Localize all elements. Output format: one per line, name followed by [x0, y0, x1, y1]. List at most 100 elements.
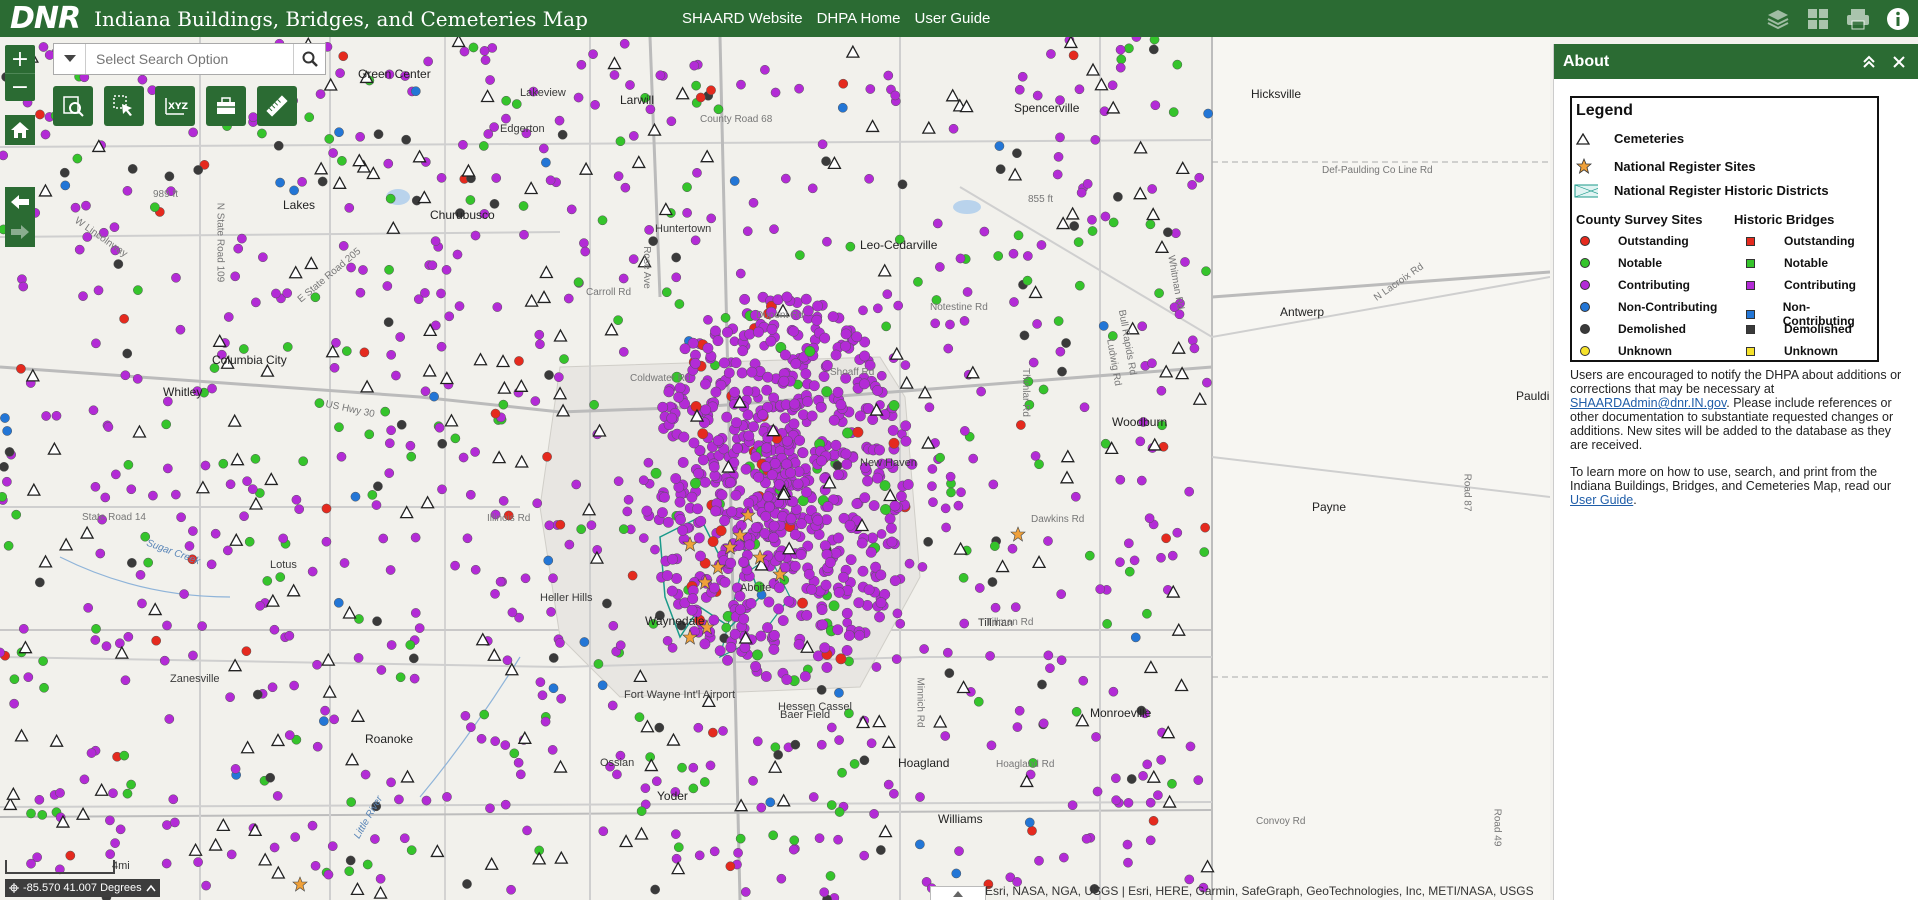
- site-point[interactable]: [690, 401, 702, 412]
- site-point[interactable]: [645, 752, 656, 762]
- site-point[interactable]: [334, 422, 344, 433]
- site-point[interactable]: [682, 182, 692, 193]
- site-point[interactable]: [40, 129, 51, 140]
- site-point[interactable]: [859, 850, 870, 861]
- site-point[interactable]: [661, 570, 673, 581]
- site-point[interactable]: [872, 385, 883, 396]
- site-point[interactable]: [329, 362, 340, 373]
- site-point[interactable]: [148, 490, 158, 501]
- site-point[interactable]: [420, 386, 431, 397]
- site-point[interactable]: [1059, 852, 1069, 863]
- site-point[interactable]: [828, 414, 840, 426]
- site-point[interactable]: [26, 808, 36, 819]
- site-point[interactable]: [272, 791, 283, 801]
- site-point[interactable]: [485, 75, 495, 85]
- site-point[interactable]: [902, 479, 914, 490]
- site-point[interactable]: [874, 611, 885, 623]
- site-point[interactable]: [544, 370, 554, 380]
- site-point[interactable]: [1116, 54, 1127, 65]
- site-point[interactable]: [881, 321, 891, 332]
- site-point[interactable]: [391, 370, 401, 381]
- site-point[interactable]: [748, 197, 759, 208]
- site-point[interactable]: [410, 608, 421, 618]
- site-point[interactable]: [858, 378, 870, 390]
- site-point[interactable]: [856, 537, 868, 549]
- site-point[interactable]: [840, 340, 852, 352]
- site-point[interactable]: [797, 597, 808, 609]
- site-point[interactable]: [915, 792, 925, 802]
- site-point[interactable]: [1156, 755, 1166, 765]
- site-point[interactable]: [808, 792, 819, 802]
- site-point[interactable]: [1167, 778, 1177, 789]
- site-point[interactable]: [794, 83, 804, 94]
- site-point[interactable]: [9, 674, 20, 685]
- site-point[interactable]: [1091, 732, 1101, 742]
- site-point[interactable]: [110, 469, 121, 480]
- site-point[interactable]: [434, 422, 445, 433]
- site-point[interactable]: [915, 839, 925, 850]
- site-point[interactable]: [954, 846, 964, 856]
- site-point[interactable]: [888, 437, 900, 449]
- site-point[interactable]: [1124, 566, 1135, 577]
- site-point[interactable]: [275, 572, 286, 582]
- site-point[interactable]: [661, 287, 672, 298]
- site-point[interactable]: [766, 469, 778, 481]
- site-point[interactable]: [725, 861, 736, 872]
- site-point[interactable]: [1038, 384, 1049, 395]
- site-point[interactable]: [437, 484, 447, 495]
- site-point[interactable]: [480, 55, 491, 65]
- site-point[interactable]: [427, 260, 438, 271]
- site-point[interactable]: [837, 102, 848, 113]
- site-point[interactable]: [835, 653, 847, 665]
- site-point[interactable]: [171, 272, 181, 283]
- site-point[interactable]: [1024, 817, 1035, 828]
- site-point[interactable]: [1153, 790, 1163, 801]
- site-point[interactable]: [935, 262, 945, 272]
- site-point[interactable]: [39, 682, 49, 693]
- site-point[interactable]: [1154, 288, 1164, 299]
- site-point[interactable]: [1172, 527, 1183, 538]
- site-point[interactable]: [90, 481, 101, 492]
- site-point[interactable]: [79, 774, 90, 785]
- site-point[interactable]: [821, 156, 831, 167]
- site-point[interactable]: [619, 38, 630, 49]
- site-point[interactable]: [401, 134, 411, 145]
- site-point[interactable]: [871, 662, 882, 672]
- site-point[interactable]: [399, 833, 410, 844]
- site-point[interactable]: [573, 277, 584, 288]
- site-point[interactable]: [590, 100, 600, 110]
- site-point[interactable]: [833, 532, 844, 544]
- site-point[interactable]: [4, 447, 15, 457]
- site-point[interactable]: [93, 285, 104, 296]
- site-point[interactable]: [773, 749, 784, 760]
- site-point[interactable]: [803, 568, 815, 580]
- site-point[interactable]: [354, 614, 364, 624]
- site-point[interactable]: [408, 653, 419, 664]
- site-point[interactable]: [781, 674, 793, 685]
- site-point[interactable]: [1135, 436, 1146, 447]
- site-point[interactable]: [395, 672, 406, 683]
- site-point[interactable]: [883, 70, 894, 81]
- site-point[interactable]: [760, 671, 772, 682]
- next-extent-button[interactable]: [5, 217, 35, 247]
- query-widget-button[interactable]: [53, 86, 93, 126]
- coordinate-display[interactable]: -85.570 41.007 Degrees: [5, 879, 160, 897]
- site-point[interactable]: [724, 477, 736, 488]
- site-point[interactable]: [557, 129, 568, 140]
- site-point[interactable]: [795, 549, 807, 560]
- site-point[interactable]: [105, 849, 116, 859]
- site-point[interactable]: [721, 326, 733, 338]
- site-point[interactable]: [278, 533, 289, 544]
- site-point[interactable]: [573, 92, 584, 103]
- site-point[interactable]: [778, 375, 790, 387]
- site-point[interactable]: [385, 565, 396, 575]
- site-point[interactable]: [959, 426, 970, 436]
- site-point[interactable]: [362, 859, 373, 870]
- site-point[interactable]: [895, 490, 907, 502]
- site-point[interactable]: [618, 524, 629, 535]
- site-point[interactable]: [414, 623, 425, 633]
- site-point[interactable]: [210, 528, 221, 539]
- site-point[interactable]: [1156, 552, 1166, 563]
- site-point[interactable]: [816, 455, 828, 467]
- site-point[interactable]: [460, 710, 471, 721]
